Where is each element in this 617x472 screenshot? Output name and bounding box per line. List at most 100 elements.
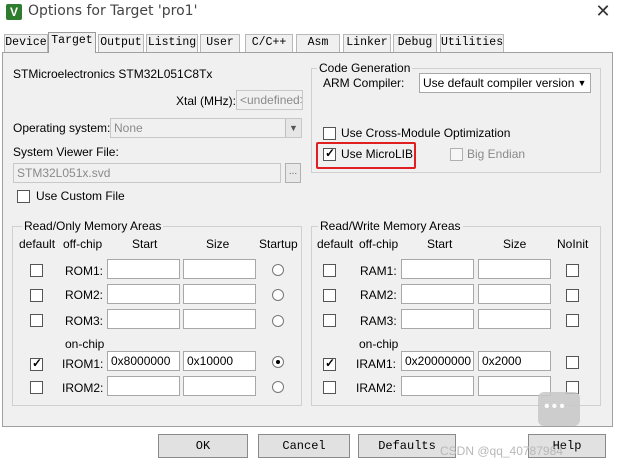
rom2-size-input[interactable] bbox=[183, 284, 256, 304]
use-custom-file-label: Use Custom File bbox=[36, 189, 125, 203]
chevron-down-icon[interactable]: ▼ bbox=[285, 119, 301, 137]
iram2-label: IRAM2: bbox=[356, 381, 397, 395]
irom1-startup-radio[interactable] bbox=[272, 356, 284, 368]
irom1-size-input[interactable]: 0x10000 bbox=[183, 351, 256, 371]
rom-header-startup: Startup bbox=[259, 237, 298, 251]
iram1-label: IRAM1: bbox=[356, 357, 397, 371]
ram3-size-input[interactable] bbox=[478, 309, 551, 329]
tab-linker[interactable]: Linker bbox=[343, 34, 391, 52]
rom1-start-input[interactable] bbox=[107, 259, 180, 279]
checkmark-icon: ✓ bbox=[325, 356, 336, 370]
irom2-default-checkbox[interactable] bbox=[30, 381, 43, 394]
rom-header-offchip: off-chip bbox=[63, 237, 103, 251]
irom1-label: IROM1: bbox=[62, 357, 104, 371]
xtal-label: Xtal (MHz): bbox=[176, 94, 236, 108]
iram2-default-checkbox[interactable] bbox=[323, 381, 336, 394]
irom1-start-input[interactable]: 0x8000000 bbox=[107, 351, 180, 371]
arm-compiler-select[interactable]: Use default compiler version 5 bbox=[419, 73, 591, 93]
iram1-default-checkbox[interactable]: ✓ bbox=[323, 356, 336, 371]
ram1-size-input[interactable] bbox=[478, 259, 551, 279]
ram-onchip-label: on-chip bbox=[359, 337, 399, 351]
cross-module-optimization-label: Use Cross-Module Optimization bbox=[341, 126, 511, 140]
rom3-size-input[interactable] bbox=[183, 309, 256, 329]
rom-header-size: Size bbox=[206, 237, 230, 251]
ram-header-noinit: NoInit bbox=[557, 237, 589, 251]
ram-header-default: default bbox=[317, 237, 354, 251]
ram1-start-input[interactable] bbox=[401, 259, 474, 279]
tab-strip: Device Target Output Listing User C/C++ … bbox=[0, 32, 617, 53]
chat-bubble-icon[interactable] bbox=[538, 392, 580, 426]
close-icon[interactable]: ✕ bbox=[592, 1, 614, 21]
rom1-size-input[interactable] bbox=[183, 259, 256, 279]
ram2-start-input[interactable] bbox=[401, 284, 474, 304]
cross-module-optimization-checkbox[interactable] bbox=[323, 127, 336, 140]
keil-app-icon: V bbox=[6, 4, 22, 20]
iram1-noinit-checkbox[interactable] bbox=[566, 356, 579, 369]
tab-user[interactable]: User bbox=[200, 34, 240, 52]
ram3-start-input[interactable] bbox=[401, 309, 474, 329]
checkmark-icon: ✓ bbox=[32, 356, 43, 370]
big-endian-checkbox[interactable] bbox=[450, 148, 463, 161]
svf-browse-button[interactable]: ... bbox=[285, 163, 301, 183]
iram2-start-input[interactable] bbox=[401, 376, 474, 396]
rom2-default-checkbox[interactable] bbox=[30, 289, 43, 302]
rom1-default-checkbox[interactable] bbox=[30, 264, 43, 277]
os-select[interactable]: None bbox=[110, 118, 302, 138]
ram3-default-checkbox[interactable] bbox=[323, 314, 336, 327]
svf-input[interactable]: STM32L051x.svd bbox=[13, 163, 281, 183]
iram1-start-input[interactable]: 0x20000000 bbox=[401, 351, 474, 371]
ram1-noinit-checkbox[interactable] bbox=[566, 264, 579, 277]
tab-device[interactable]: Device bbox=[4, 34, 48, 52]
device-name: STMicroelectronics STM32L051C8Tx bbox=[13, 67, 213, 81]
ok-button[interactable]: OK bbox=[158, 434, 248, 458]
svf-label: System Viewer File: bbox=[13, 145, 119, 159]
irom2-startup-radio[interactable] bbox=[272, 381, 284, 393]
use-custom-file-checkbox[interactable] bbox=[17, 190, 30, 203]
ram1-label: RAM1: bbox=[360, 264, 397, 278]
ram1-default-checkbox[interactable] bbox=[323, 264, 336, 277]
irom1-default-checkbox[interactable]: ✓ bbox=[30, 356, 43, 371]
csdn-watermark: CSDN @qq_40787984 bbox=[440, 444, 563, 458]
cancel-button[interactable]: Cancel bbox=[258, 434, 350, 458]
ram2-default-checkbox[interactable] bbox=[323, 289, 336, 302]
rom-header-start: Start bbox=[132, 237, 158, 251]
ram2-size-input[interactable] bbox=[478, 284, 551, 304]
window-title: Options for Target 'pro1' bbox=[28, 3, 198, 19]
ram2-label: RAM2: bbox=[360, 288, 397, 302]
irom2-start-input[interactable] bbox=[107, 376, 180, 396]
rom1-label: ROM1: bbox=[65, 264, 104, 278]
rom-header-default: default bbox=[19, 237, 56, 251]
tab-target[interactable]: Target bbox=[48, 32, 96, 53]
xtal-input[interactable]: <undefined> bbox=[236, 90, 303, 110]
rom3-startup-radio[interactable] bbox=[272, 315, 284, 327]
arm-compiler-label: ARM Compiler: bbox=[323, 76, 405, 90]
tab-output[interactable]: Output bbox=[98, 34, 144, 52]
rom2-startup-radio[interactable] bbox=[272, 289, 284, 301]
microlib-highlight-box bbox=[316, 142, 416, 169]
arm-compiler-value: Use default compiler version 5 bbox=[423, 76, 585, 90]
tab-debug[interactable]: Debug bbox=[393, 34, 437, 52]
ram-header-size: Size bbox=[503, 237, 527, 251]
title-bar: V Options for Target 'pro1' ✕ bbox=[0, 0, 617, 24]
ram2-noinit-checkbox[interactable] bbox=[566, 289, 579, 302]
rom-group-title: Read/Only Memory Areas bbox=[22, 219, 164, 233]
iram1-size-input[interactable]: 0x2000 bbox=[478, 351, 551, 371]
tab-listing[interactable]: Listing bbox=[146, 34, 198, 52]
chevron-down-icon[interactable]: ▼ bbox=[574, 74, 590, 92]
os-value: None bbox=[114, 121, 143, 135]
rom3-default-checkbox[interactable] bbox=[30, 314, 43, 327]
ram-header-start: Start bbox=[427, 237, 453, 251]
tab-asm[interactable]: Asm bbox=[296, 34, 340, 52]
ram3-noinit-checkbox[interactable] bbox=[566, 314, 579, 327]
rom3-start-input[interactable] bbox=[107, 309, 180, 329]
rom2-label: ROM2: bbox=[65, 288, 104, 302]
rom1-startup-radio[interactable] bbox=[272, 264, 284, 276]
tab-c-cpp[interactable]: C/C++ bbox=[245, 34, 293, 52]
ram3-label: RAM3: bbox=[360, 314, 397, 328]
irom2-label: IROM2: bbox=[62, 381, 104, 395]
tab-utilities[interactable]: Utilities bbox=[440, 34, 504, 52]
rom3-label: ROM3: bbox=[65, 314, 104, 328]
irom2-size-input[interactable] bbox=[183, 376, 256, 396]
rom2-start-input[interactable] bbox=[107, 284, 180, 304]
code-generation-title: Code Generation bbox=[317, 61, 413, 75]
